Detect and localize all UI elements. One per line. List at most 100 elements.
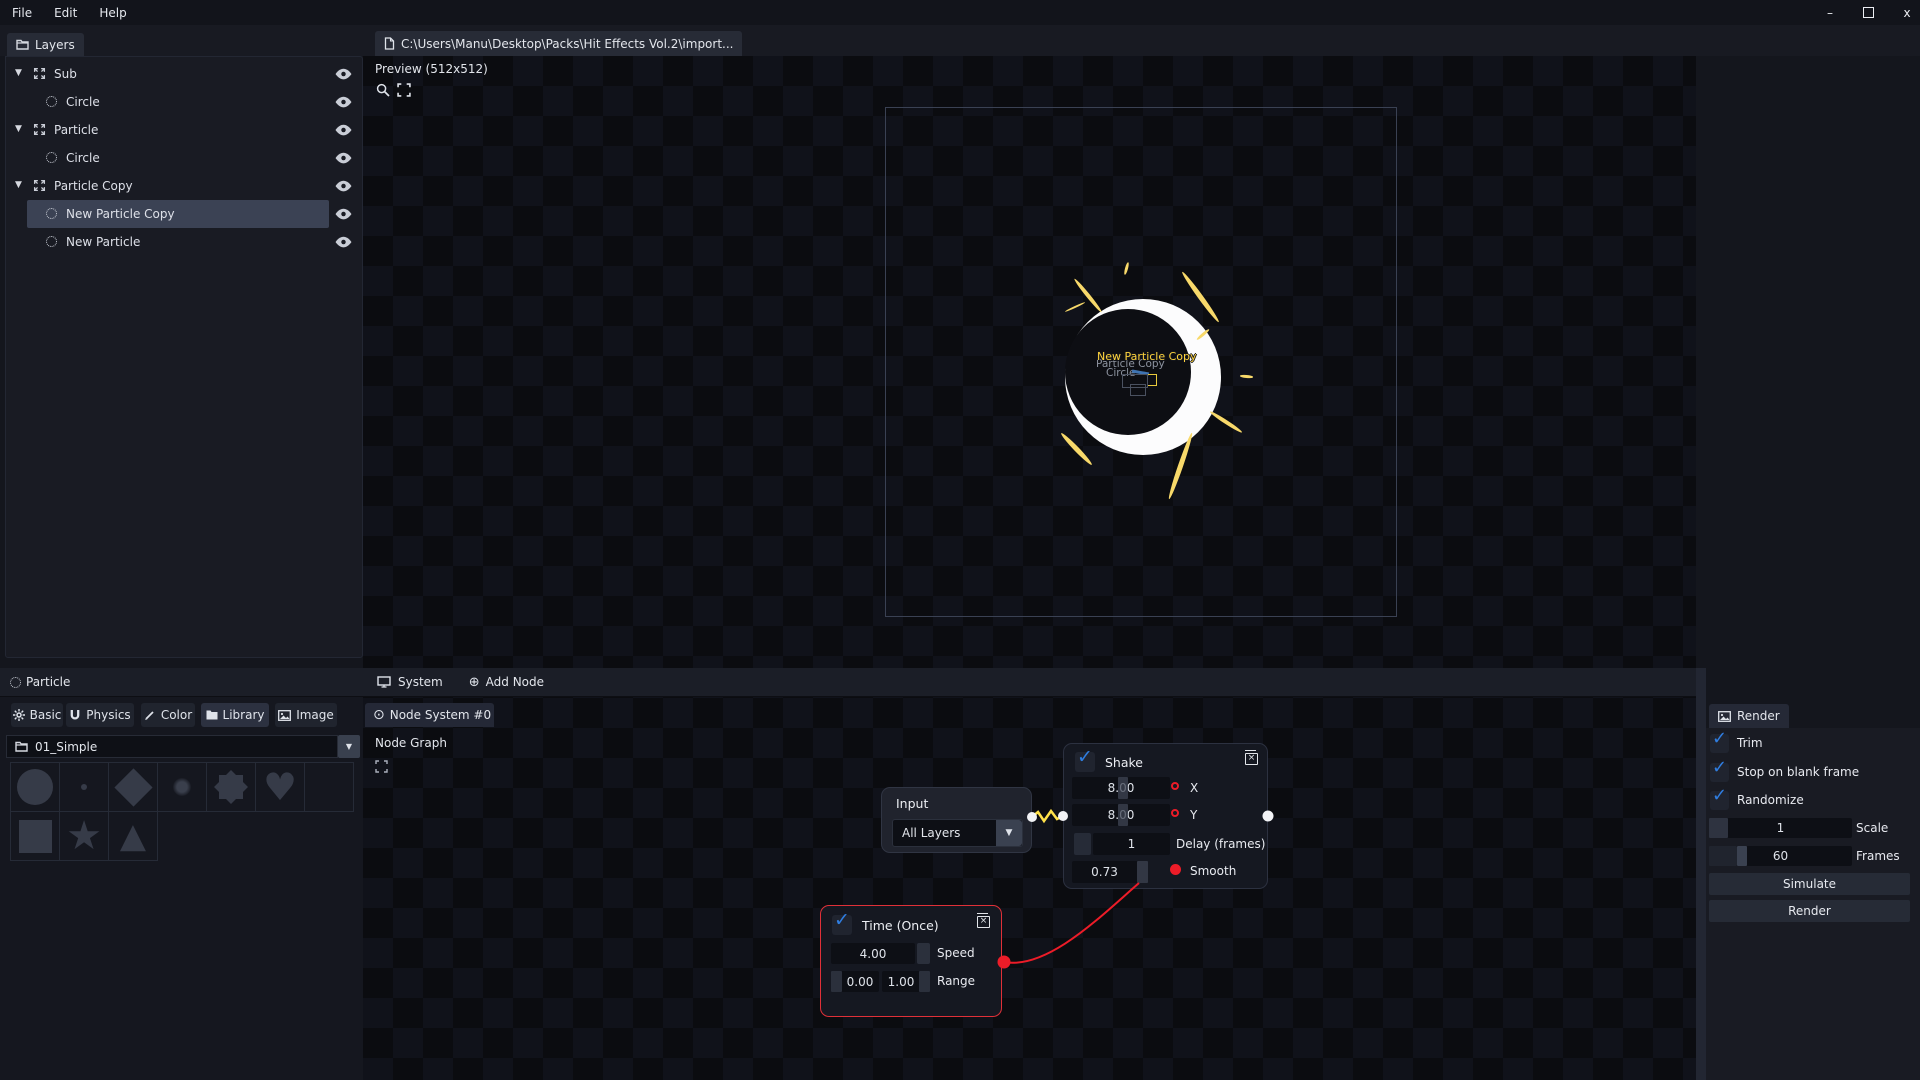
drag-handle[interactable]: [831, 971, 842, 992]
stop-blank-label: Stop on blank frame: [1737, 765, 1859, 779]
tab-color[interactable]: Color: [141, 703, 195, 727]
visibility-eye-icon[interactable]: [335, 68, 352, 80]
chevron-down-icon[interactable]: [15, 125, 22, 134]
wire-input-to-shake: [1032, 811, 1063, 821]
tab-basic[interactable]: Basic: [11, 703, 63, 727]
minimize-button[interactable]: –: [1823, 6, 1837, 20]
layer-row-circle2[interactable]: Circle: [6, 144, 362, 172]
shape-cell-heart[interactable]: ♥: [255, 762, 305, 812]
shape-cell-burst[interactable]: [206, 762, 256, 812]
tab-render[interactable]: Render: [1709, 704, 1789, 728]
shake-y-field[interactable]: 8.00: [1072, 804, 1170, 826]
visibility-eye-icon[interactable]: [335, 236, 352, 248]
tab-image[interactable]: Image: [275, 703, 337, 727]
visibility-eye-icon[interactable]: [335, 180, 352, 192]
graph-fullscreen-icon[interactable]: [375, 760, 388, 773]
tab-physics[interactable]: Physics: [66, 703, 134, 727]
close-button[interactable]: x: [1900, 6, 1914, 20]
render-button[interactable]: Render: [1709, 900, 1910, 922]
shake-x-label: X: [1190, 781, 1198, 795]
drag-handle[interactable]: [1118, 777, 1128, 799]
layer-row-circle[interactable]: Circle: [6, 88, 362, 116]
visibility-eye-icon[interactable]: [335, 208, 352, 220]
tab-file-path[interactable]: C:\Users\Manu\Desktop\Packs\Hit Effects …: [375, 31, 742, 56]
drag-handle[interactable]: [1709, 818, 1728, 838]
time-enabled-checkbox[interactable]: [832, 915, 852, 935]
simulate-button[interactable]: Simulate: [1709, 873, 1910, 895]
document-icon: [384, 37, 395, 50]
time-node-title: Time (Once): [862, 918, 939, 933]
library-folder-dropdown[interactable]: 01_Simple: [6, 735, 338, 758]
shape-cell-triangle[interactable]: ▲: [108, 811, 158, 861]
menu-help[interactable]: Help: [99, 6, 126, 20]
shape-cell-empty[interactable]: [304, 762, 354, 812]
menu-edit[interactable]: Edit: [54, 6, 77, 20]
shake-smooth-field[interactable]: 0.73: [1072, 861, 1148, 883]
shape-cell-soft-dot[interactable]: [157, 762, 207, 812]
shape-cell-circle[interactable]: [10, 762, 60, 812]
node-input[interactable]: Input All Layers: [881, 787, 1032, 853]
layer-row-particle[interactable]: Particle: [6, 116, 362, 144]
star-shape: ★: [66, 816, 102, 856]
trim-label: Trim: [1737, 736, 1763, 750]
triangle-shape: ▲: [120, 819, 146, 853]
shape-cell-star[interactable]: ★: [59, 811, 109, 861]
shake-smooth-port[interactable]: [1170, 864, 1181, 875]
menu-file[interactable]: File: [12, 6, 32, 20]
trim-checkbox[interactable]: [1710, 734, 1729, 753]
stop-blank-checkbox[interactable]: [1710, 763, 1729, 782]
shake-x-port[interactable]: [1171, 782, 1179, 790]
shape-cell-square[interactable]: [10, 811, 60, 861]
shake-delay-value: 1: [1128, 837, 1136, 851]
node-graph-area[interactable]: System Add Node Node System #0 Node Grap…: [363, 668, 1696, 1080]
tab-library[interactable]: Library: [201, 703, 269, 727]
layer-row-new-particle-copy[interactable]: New Particle Copy: [6, 200, 362, 228]
layer-row-new-particle[interactable]: New Particle: [6, 228, 362, 256]
graph-scrollbar[interactable]: [1696, 668, 1706, 1080]
visibility-eye-icon[interactable]: [335, 124, 352, 136]
tab-node-system-0[interactable]: Node System #0: [365, 703, 494, 727]
folder-icon: [16, 39, 29, 50]
frames-field[interactable]: 60: [1709, 846, 1852, 866]
shake-delay-field[interactable]: 1: [1093, 833, 1170, 855]
add-node-button[interactable]: Add Node: [486, 675, 544, 689]
drag-handle[interactable]: [1137, 861, 1148, 883]
delay-drag-box[interactable]: [1074, 833, 1091, 855]
node-time-once[interactable]: Time (Once) 4.00 Speed 0.00 1.00 Range: [820, 905, 1002, 1017]
particle-spinner-icon: [10, 677, 21, 688]
chevron-down-icon[interactable]: [15, 69, 22, 78]
shape-cell-dot[interactable]: [59, 762, 109, 812]
shake-x-field[interactable]: 8.00: [1072, 777, 1170, 799]
system-menu[interactable]: System: [398, 675, 443, 689]
chevron-down-icon[interactable]: [15, 181, 22, 190]
visibility-eye-icon[interactable]: [335, 152, 352, 164]
time-speed-field[interactable]: 4.00: [831, 943, 915, 964]
drag-handle[interactable]: [1737, 846, 1747, 866]
input-layers-dropdown[interactable]: All Layers: [892, 819, 1023, 847]
tab-layers[interactable]: Layers: [7, 33, 84, 56]
render-panel: Render Trim Stop on blank frame Randomiz…: [1706, 668, 1920, 1080]
shake-y-port[interactable]: [1171, 809, 1179, 817]
layer-row-particle-copy[interactable]: Particle Copy: [6, 172, 362, 200]
time-range-max-field[interactable]: 1.00: [882, 971, 930, 992]
preview-viewport[interactable]: Preview (512x512) Particle Copy New Part…: [363, 56, 1696, 668]
time-range-min-field[interactable]: 0.00: [831, 971, 879, 992]
drag-handle[interactable]: [917, 943, 930, 964]
randomize-checkbox[interactable]: [1710, 791, 1729, 810]
scale-field[interactable]: 1: [1709, 818, 1852, 838]
shape-cell-diamond[interactable]: [108, 762, 158, 812]
zoom-magnifier-icon[interactable]: [376, 83, 390, 97]
delete-node-icon[interactable]: [977, 913, 989, 926]
drag-handle[interactable]: [1118, 804, 1128, 826]
fit-view-icon[interactable]: [397, 83, 411, 97]
node-shake[interactable]: Shake 8.00 X 8.00 Y 1 Delay (frames): [1063, 743, 1268, 889]
layer-row-sub[interactable]: Sub: [6, 60, 362, 88]
visibility-eye-icon[interactable]: [335, 96, 352, 108]
dropdown-arrow-icon[interactable]: [996, 820, 1022, 846]
shake-enabled-checkbox[interactable]: [1075, 752, 1095, 772]
delete-node-icon[interactable]: [1245, 750, 1257, 763]
library-dropdown-arrow[interactable]: [338, 735, 360, 758]
maximize-button[interactable]: [1863, 7, 1874, 18]
drag-handle[interactable]: [919, 971, 930, 992]
canvas-label-selected: New Particle Copy: [1097, 351, 1197, 362]
